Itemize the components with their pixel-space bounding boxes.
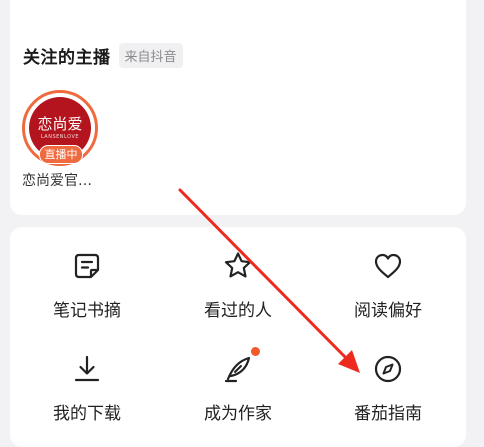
menu-item-guide[interactable]: 番茄指南 [328,353,448,424]
menu-item-label: 笔记书摘 [53,301,121,321]
compass-icon [374,355,402,383]
live-badge: 直播中 [39,145,83,164]
download-icon [74,355,100,382]
menu-item-viewed-people[interactable]: 看过的人 [178,250,298,321]
source-badge: 来自抖音 [118,43,183,68]
menu-item-label: 成为作家 [204,404,272,424]
star-icon [224,252,252,278]
notification-dot [251,347,260,356]
menu-item-label: 看过的人 [204,301,272,321]
menu-item-label: 番茄指南 [354,404,422,424]
menu-item-label: 我的下载 [53,404,121,424]
anchor-name: 恋尚爱官… [22,173,92,189]
menu-item-become-writer[interactable]: 成为作家 [178,347,298,424]
section-title: 关注的主播 [23,48,111,68]
menu-item-downloads[interactable]: 我的下载 [27,353,147,424]
heart-icon [374,253,402,279]
menu-item-notes[interactable]: 笔记书摘 [27,250,147,321]
quill-icon [224,356,251,383]
menu-item-reading-preferences[interactable]: 阅读偏好 [328,250,448,321]
avatar-logo-subtext: LANSENLOVE [40,134,80,140]
menu-item-label: 阅读偏好 [354,301,422,321]
note-icon [74,253,100,279]
avatar-logo-text: 恋尚爱 [37,115,83,133]
section-header: 关注的主播 来自抖音 [23,43,183,68]
